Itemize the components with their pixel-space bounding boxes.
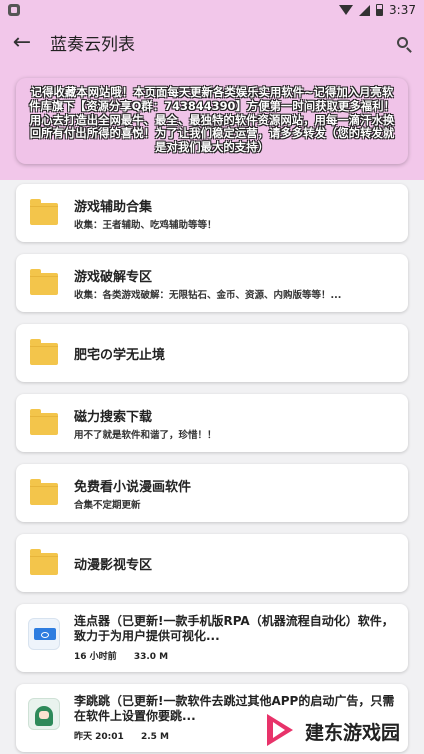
search-icon [396, 36, 408, 48]
search-button[interactable] [380, 20, 424, 64]
folder-list: 游戏辅助合集 收集：王者辅助、吃鸡辅助等等！ 游戏破解专区 收集：各类游戏破解：… [16, 184, 408, 604]
clock: 3:37 [389, 3, 416, 17]
page-title: 蓝奏云列表 [50, 34, 135, 55]
status-icons: 3:37 [339, 1, 416, 19]
file-time: 昨天 20:01 [74, 732, 124, 742]
watermark-text: 建东游戏园 [304, 721, 400, 744]
folder-title: 游戏辅助合集 [74, 200, 153, 215]
file-size: 33.0 M [133, 652, 169, 662]
folder-icon [30, 479, 58, 505]
app-bar: ← 蓝奏云列表 [0, 20, 424, 64]
folder-icon [30, 549, 58, 575]
watermark: 建东游戏园 [265, 708, 400, 754]
folder-subtitle: 收集：王者辅助、吃鸡辅助等等！ [74, 220, 217, 231]
notice-text: 记得收藏本网站哦！本页面每天更新各类娱乐实用软件~记得加入月亮软件库旗下【资源分… [29, 85, 395, 155]
folder-subtitle: 收集：各类游戏破解：无限钻石、金币、资源、内购版等等！... [74, 290, 342, 301]
folder-title: 磁力搜索下载 [74, 410, 153, 425]
folder-subtitle: 用不了就是软件和谐了，珍惜！！ [74, 430, 217, 441]
folder-item[interactable]: 游戏破解专区 收集：各类游戏破解：无限钻石、金币、资源、内购版等等！... [16, 254, 408, 312]
folder-item[interactable]: 游戏辅助合集 收集：王者辅助、吃鸡辅助等等！ [16, 184, 408, 242]
folder-item[interactable]: 动漫影视专区 [16, 534, 408, 592]
app-notification-icon [8, 4, 20, 16]
folder-icon [30, 339, 58, 365]
status-bar: 3:37 [0, 0, 424, 20]
folder-icon [30, 409, 58, 435]
file-meta: 16 小时前 33.0 M [74, 649, 182, 662]
folder-title: 肥宅の学无止境 [74, 348, 166, 363]
file-title: 连点器（已更新!一款手机版RPA（机器流程自动化）软件，致力于为用户提供可视化.… [74, 614, 394, 643]
folder-item[interactable]: 磁力搜索下载 用不了就是软件和谐了，珍惜！！ [16, 394, 408, 452]
folder-title: 免费看小说漫画软件 [74, 480, 192, 495]
watermark-logo-icon [265, 712, 299, 750]
folder-title: 游戏破解专区 [74, 270, 153, 285]
folder-subtitle: 合集不定期更新 [74, 500, 141, 511]
folder-item[interactable]: 免费看小说漫画软件 合集不定期更新 [16, 464, 408, 522]
file-time: 16 小时前 [74, 652, 117, 662]
auto-clicker-app-icon [28, 618, 60, 650]
back-button[interactable]: ← [0, 20, 44, 64]
folder-icon [30, 199, 58, 225]
file-item[interactable]: 连点器（已更新!一款手机版RPA（机器流程自动化）软件，致力于为用户提供可视化.… [16, 604, 408, 672]
file-size: 2.5 M [140, 732, 169, 742]
header-banner: 记得收藏本网站哦！本页面每天更新各类娱乐实用软件~记得加入月亮软件库旗下【资源分… [0, 64, 424, 180]
notice-card: 记得收藏本网站哦！本页面每天更新各类娱乐实用软件~记得加入月亮软件库旗下【资源分… [16, 78, 408, 164]
folder-title: 动漫影视专区 [74, 558, 153, 573]
folder-item[interactable]: 肥宅の学无止境 [16, 324, 408, 382]
battery-icon [376, 4, 384, 16]
file-meta: 昨天 20:01 2.5 M [74, 729, 183, 742]
signal-icon [359, 4, 371, 16]
folder-icon [30, 269, 58, 295]
wifi-icon [339, 5, 354, 15]
skip-ads-app-icon [28, 698, 60, 730]
arrow-left-icon: ← [12, 29, 32, 55]
